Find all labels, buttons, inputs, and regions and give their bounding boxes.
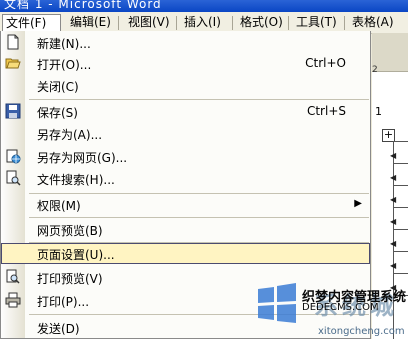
shortcut-label: Ctrl+S <box>306 104 346 118</box>
shortcut-label: Ctrl+O <box>305 56 346 70</box>
menu-tools[interactable]: 工具(T) <box>296 14 337 31</box>
menu-format[interactable]: 格式(O) <box>240 14 283 31</box>
window-title: 文档 1 - Microsoft Word <box>4 0 162 11</box>
cell-marker-icon: ◀ <box>390 173 397 182</box>
table-border <box>393 185 408 186</box>
menu-item-label: 关闭(C) <box>37 80 79 94</box>
save-icon <box>5 103 21 119</box>
menu-item-print-preview[interactable]: 打印预览(V) <box>1 267 370 288</box>
open-folder-icon <box>5 58 21 69</box>
menu-item-label: 打开(O)... <box>37 58 92 72</box>
menu-item-open[interactable]: 打开(O)... Ctrl+O <box>1 53 370 74</box>
menu-separator <box>232 16 233 30</box>
menu-item-label: 保存(S) <box>37 106 78 120</box>
table-border <box>393 163 408 164</box>
cell-marker-icon: ◀ <box>390 261 397 270</box>
new-document-icon <box>7 34 19 50</box>
menu-item-save[interactable]: 保存(S) Ctrl+S <box>1 101 370 122</box>
menu-item-label: 另存为(A)... <box>37 128 103 142</box>
menu-item-file-search[interactable]: 文件搜索(H)... <box>1 168 370 189</box>
menu-item-web-preview[interactable]: 网页预览(B) <box>1 219 370 240</box>
table-border <box>393 207 408 208</box>
table-border <box>393 229 408 230</box>
menu-item-label: 打印预览(V) <box>37 272 103 286</box>
watermark-text-en: DEDECMS.COM <box>302 302 379 313</box>
menu-item-save-as[interactable]: 另存为(A)... <box>1 123 370 144</box>
menu-item-label: 权限(M) <box>37 199 81 213</box>
menu-insert[interactable]: 插入(I) <box>184 14 221 31</box>
submenu-arrow-icon: ▶ <box>354 198 362 209</box>
cell-marker-icon: ◀ <box>390 239 397 248</box>
menu-separator <box>29 217 369 218</box>
menu-item-label: 文件搜索(H)... <box>37 173 115 187</box>
menu-table[interactable]: 表格(A) <box>352 14 394 31</box>
table-border <box>393 273 408 274</box>
menu-item-label: 另存为网页(G)... <box>37 151 128 165</box>
menu-item-close[interactable]: 关闭(C) <box>1 75 370 96</box>
menu-item-label: 网页预览(B) <box>37 224 103 238</box>
cell-marker-icon: ◀ <box>390 195 397 204</box>
file-search-icon <box>6 170 21 186</box>
printer-icon <box>5 292 21 308</box>
menu-separator <box>344 16 345 30</box>
menu-separator <box>288 16 289 30</box>
ruler-mark: 2 <box>372 65 378 75</box>
menu-view[interactable]: 视图(V) <box>128 14 170 31</box>
watermark-url: xitongcheng.com <box>318 326 405 337</box>
menu-item-save-as-web[interactable]: 另存为网页(G)... <box>1 146 370 167</box>
menu-separator <box>176 16 177 30</box>
menu-item-label: 打印(P)... <box>37 295 90 309</box>
menu-separator <box>118 16 119 30</box>
menu-item-permission[interactable]: 权限(M) ▶ <box>1 194 370 215</box>
menu-item-label: 页面设置(U)... <box>37 248 115 262</box>
document-text: 1 <box>375 105 382 118</box>
menu-separator <box>29 99 369 100</box>
watermark-logo-icon <box>258 283 296 323</box>
menu-item-page-setup[interactable]: 页面设置(U)... <box>1 243 370 264</box>
menu-item-new[interactable]: 新建(N)... <box>1 32 370 53</box>
table-border <box>393 141 408 142</box>
table-border <box>393 251 408 252</box>
menu-item-label: 发送(D) <box>37 322 80 336</box>
horizontal-ruler: 2 <box>372 33 408 75</box>
cell-marker-icon: ◀ <box>390 217 397 226</box>
print-preview-icon <box>6 269 20 284</box>
cell-marker-icon: ◀ <box>390 151 397 160</box>
web-page-icon <box>6 149 21 164</box>
menu-edit[interactable]: 编辑(E) <box>70 14 111 31</box>
title-bar: 文档 1 - Microsoft Word <box>0 0 408 12</box>
menu-item-label: 新建(N)... <box>37 37 91 51</box>
